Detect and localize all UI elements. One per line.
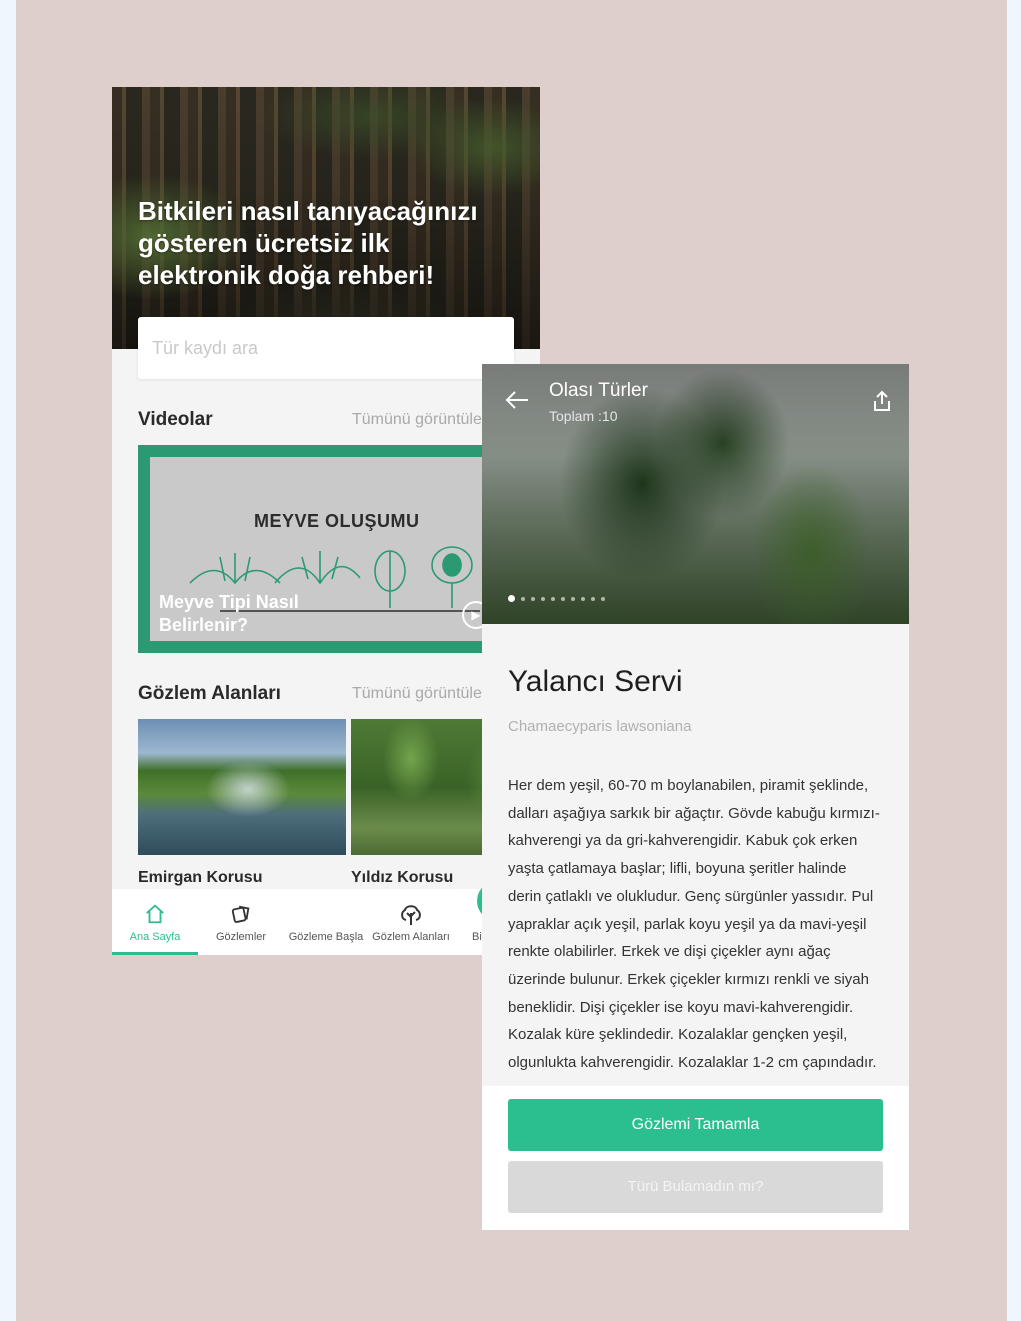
species-name: Yalancı Servi bbox=[508, 665, 683, 698]
carousel-dot[interactable] bbox=[581, 596, 585, 601]
search-input[interactable]: Tür kaydı ara bbox=[138, 317, 514, 379]
area-name: Emirgan Korusu bbox=[138, 869, 263, 886]
areas-see-all-link[interactable]: Tümünü görüntüle bbox=[352, 685, 482, 703]
tab-label: Gözlem Alanları bbox=[372, 931, 450, 943]
species-detail-screen: Olası Türler Toplam :10 Yalancı Servi Ch… bbox=[482, 364, 909, 1230]
carousel-dot[interactable] bbox=[508, 595, 515, 602]
species-photo-carousel[interactable]: Olası Türler Toplam :10 bbox=[482, 364, 909, 624]
header-title: Olası Türler bbox=[549, 380, 648, 401]
hero-title: Bitkileri nasıl tanıyacağınızı gösteren … bbox=[138, 196, 478, 290]
species-description: Her dem yeşil, 60-70 m boylanabilen, pir… bbox=[508, 777, 880, 1072]
tab-start-observation[interactable]: + Gözleme Başla bbox=[284, 881, 517, 955]
tab-home[interactable]: Ana Sayfa bbox=[112, 889, 198, 955]
carousel-dot[interactable] bbox=[531, 596, 535, 601]
carousel-dot[interactable] bbox=[551, 596, 555, 601]
areas-section-title: Gözlem Alanları bbox=[138, 683, 281, 704]
carousel-dot[interactable] bbox=[601, 596, 605, 601]
home-screen: Bitkileri nasıl tanıyacağınızı gösteren … bbox=[112, 87, 540, 955]
back-arrow-icon[interactable] bbox=[504, 390, 530, 410]
species-latin-name: Chamaecyparis lawsoniana bbox=[508, 718, 692, 735]
videos-section-title: Videolar bbox=[138, 409, 213, 430]
carousel-indicator bbox=[508, 595, 605, 602]
tab-label: Gözleme Başla bbox=[288, 931, 364, 943]
complete-observation-button[interactable]: Gözlemi Tamamla bbox=[508, 1099, 883, 1151]
action-area: Gözlemi Tamamla Türü Bulamadın mı? bbox=[482, 1086, 909, 1230]
header-subtitle: Toplam :10 bbox=[549, 408, 618, 424]
area-name: Yıldız Korusu bbox=[351, 869, 454, 886]
carousel-dot[interactable] bbox=[521, 596, 525, 601]
bottom-tab-bar: Ana Sayfa Gözlemler + Gözleme Başla Gözl… bbox=[112, 881, 540, 955]
video-heading: MEYVE OLUŞUMU bbox=[254, 511, 420, 531]
share-icon[interactable] bbox=[872, 390, 892, 412]
active-tab-indicator bbox=[112, 952, 198, 955]
carousel-dot[interactable] bbox=[571, 596, 575, 601]
carousel-dot[interactable] bbox=[541, 596, 545, 601]
carousel-dot[interactable] bbox=[591, 596, 595, 601]
carousel-dot[interactable] bbox=[561, 596, 565, 601]
video-card[interactable]: MEYVE OLUŞUMU Meyve Tipi Nasıl Belirleni… bbox=[138, 445, 540, 653]
home-icon bbox=[146, 904, 164, 924]
cards-icon bbox=[231, 905, 250, 923]
video-caption: Meyve Tipi Nasıl Belirlenir? bbox=[159, 592, 299, 635]
videos-see-all-link[interactable]: Tümünü görüntüle bbox=[352, 411, 482, 429]
tab-label: Ana Sayfa bbox=[129, 931, 181, 943]
tab-observation-areas[interactable]: Gözlem Alanları bbox=[368, 889, 454, 955]
tree-icon bbox=[401, 905, 421, 925]
species-not-found-button[interactable]: Türü Bulamadın mı? bbox=[508, 1161, 883, 1213]
tab-observations[interactable]: Gözlemler bbox=[198, 889, 284, 955]
area-card-emirgan[interactable] bbox=[138, 719, 346, 855]
tab-label: Gözlemler bbox=[215, 931, 267, 943]
